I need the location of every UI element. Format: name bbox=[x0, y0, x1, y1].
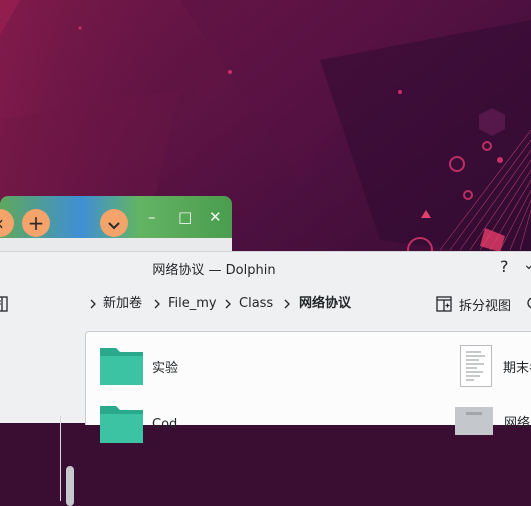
chevron-right-icon bbox=[90, 299, 96, 309]
window-title: 网络协议 — Dolphin bbox=[152, 263, 276, 278]
chevron-down-icon[interactable]: ⌄ bbox=[523, 257, 531, 273]
search-icon[interactable] bbox=[526, 296, 531, 312]
file-name: Cod bbox=[152, 416, 178, 432]
file-name: 网络 bbox=[504, 415, 531, 431]
help-button[interactable]: ? bbox=[500, 257, 509, 276]
file-name: 实验 bbox=[152, 360, 179, 376]
places-panel bbox=[0, 330, 85, 506]
breadcrumb-item[interactable]: 新加卷 bbox=[103, 296, 142, 312]
new-tab-button[interactable]: + bbox=[22, 209, 50, 237]
list-item[interactable]: 网络 bbox=[454, 406, 530, 436]
split-view-icon bbox=[436, 296, 452, 312]
list-item[interactable]: 期末考 bbox=[459, 344, 531, 388]
split-view-button[interactable]: 拆分视图 bbox=[436, 294, 511, 314]
chevron-down-icon bbox=[108, 222, 120, 230]
panel-divider bbox=[60, 416, 61, 501]
list-item[interactable]: Cod bbox=[99, 404, 177, 444]
split-view-label: 拆分视图 bbox=[459, 298, 512, 314]
chevron-right-icon bbox=[225, 299, 231, 309]
chevron-right-icon bbox=[284, 299, 290, 309]
tab-list-button[interactable] bbox=[100, 209, 128, 237]
chevron-left-icon: ‹ bbox=[0, 211, 4, 235]
maximize-icon[interactable]: □ bbox=[178, 207, 192, 227]
list-item[interactable]: 实验 bbox=[99, 346, 178, 386]
plus-icon: + bbox=[27, 211, 45, 235]
toolbar: 新加卷 File_my Class 网络协议 拆分视图 bbox=[0, 284, 531, 324]
document-icon bbox=[455, 407, 493, 435]
file-view: 实验 期末考 Cod bbox=[85, 331, 531, 443]
document-icon bbox=[460, 345, 492, 387]
folder-icon bbox=[100, 406, 143, 443]
breadcrumb-item[interactable]: Class bbox=[239, 296, 273, 312]
breadcrumb-current[interactable]: 网络协议 bbox=[299, 296, 351, 312]
minimize-icon[interactable]: – bbox=[148, 207, 156, 227]
file-name: 期末考 bbox=[503, 360, 531, 376]
titlebar: 网络协议 — Dolphin ? ⌄ bbox=[0, 252, 531, 284]
folder-icon bbox=[100, 348, 143, 385]
chevron-right-icon bbox=[154, 299, 160, 309]
dolphin-window: 网络协议 — Dolphin ? ⌄ 新加卷 File_my Class 网络协… bbox=[0, 251, 531, 506]
breadcrumb-item[interactable]: File_my bbox=[168, 296, 217, 312]
sidebar-toggle-icon[interactable] bbox=[0, 296, 10, 312]
close-icon[interactable]: ✕ bbox=[209, 207, 222, 227]
scrollbar[interactable] bbox=[66, 466, 74, 506]
